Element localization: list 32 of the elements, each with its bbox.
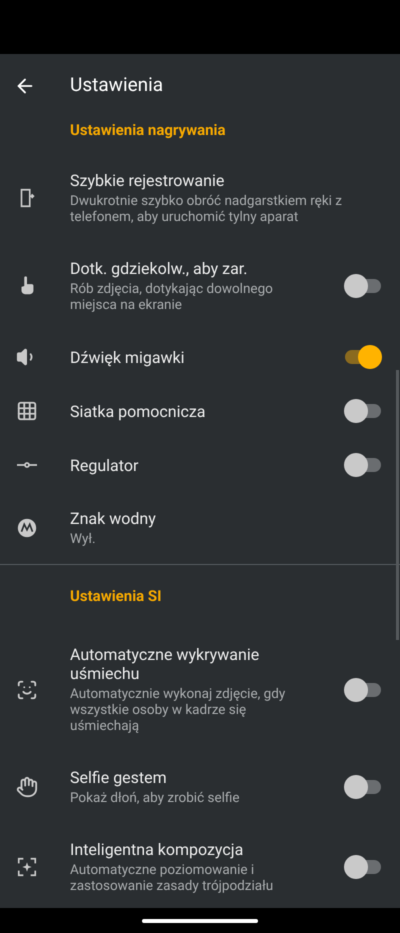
setting-title: Siatka pomocnicza — [70, 402, 206, 420]
setting-title: Inteligentna kompozycja — [70, 840, 244, 859]
toggle-switch[interactable] — [344, 453, 382, 477]
setting-description: Wył. — [70, 531, 97, 547]
section-header: Ustawienia nagrywania — [70, 121, 226, 139]
setting-description: Automatyczne poziomowanie i zastosowanie zasady trójpodziału — [70, 862, 274, 894]
setting-description: Pokaż dłoń, aby zrobić selfie — [70, 790, 241, 806]
home-indicator[interactable] — [142, 918, 258, 922]
grid-icon — [16, 400, 38, 422]
slider-line-icon — [16, 462, 38, 468]
section-header: Ustawienia SI — [70, 587, 162, 605]
setting-title: Dźwięk migawki — [70, 348, 186, 366]
setting-title: Szybkie rejestrowanie — [70, 171, 226, 190]
setting-title: Automatyczne wykrywanie uśmiechu — [70, 645, 260, 683]
setting-description: Dwukrotnie szybko obróć nadgarstkiem ręki z telefonem, aby uruchomić tylny aparat — [70, 193, 343, 225]
toggle-switch[interactable] — [344, 855, 382, 879]
setting-description: Automatycznie wykonaj zdjęcie, gdy wszystkie osoby w kadrze się uśmiechają — [70, 686, 286, 734]
setting-title: Regulator — [70, 456, 140, 474]
toggle-switch[interactable] — [344, 345, 382, 369]
toggle-switch[interactable] — [344, 775, 382, 799]
logo-icon — [16, 517, 38, 539]
setting-title: Znak wodny — [70, 509, 157, 528]
screen-title: Ustawienia — [70, 72, 164, 98]
sparkle-scan-icon — [16, 856, 38, 878]
setting-description: Rób zdjęcia, dotykając dowolnego miejsca na ekranie — [70, 281, 274, 313]
toggle-switch[interactable] — [344, 399, 382, 423]
toggle-switch[interactable] — [344, 274, 382, 298]
setting-title: Selfie gestem — [70, 768, 168, 787]
hand-icon — [16, 776, 38, 798]
toggle-switch[interactable] — [344, 678, 382, 702]
setting-title: Dotk. gdziekolw., aby zar. — [70, 259, 248, 278]
face-scan-icon — [16, 678, 38, 700]
